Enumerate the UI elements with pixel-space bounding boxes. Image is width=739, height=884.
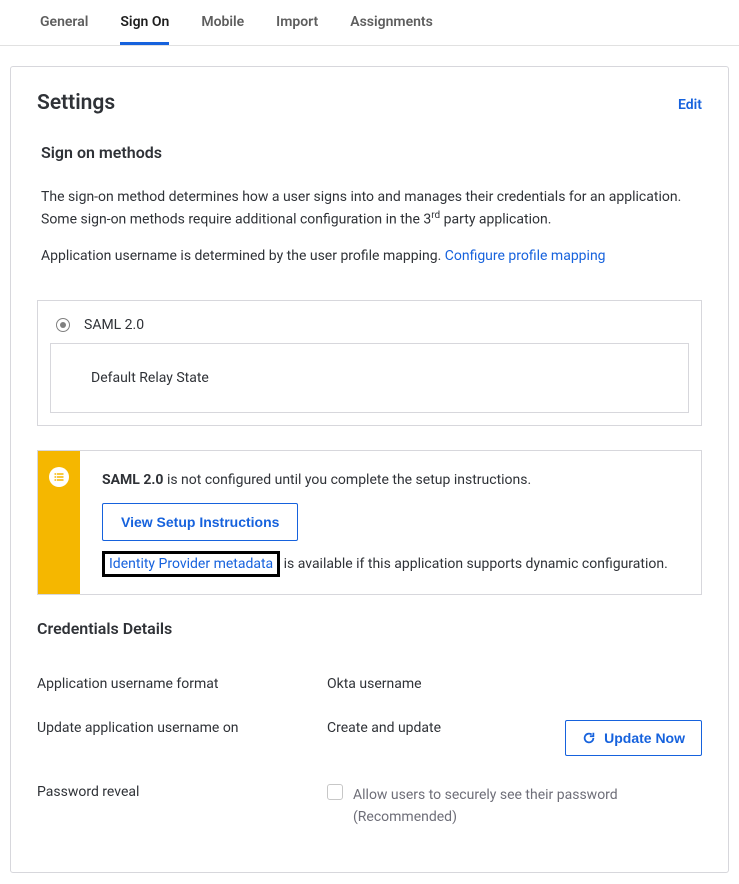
configure-profile-mapping-link[interactable]: Configure profile mapping — [445, 248, 606, 264]
saml-method-box: SAML 2.0 Default Relay State — [37, 300, 702, 426]
update-username-row: Update application username on Create an… — [37, 706, 702, 770]
update-username-value: Create and update — [327, 720, 555, 736]
update-now-button[interactable]: Update Now — [565, 720, 702, 756]
view-setup-instructions-button[interactable]: View Setup Instructions — [102, 503, 298, 541]
tab-general[interactable]: General — [40, 0, 88, 45]
tab-assignments[interactable]: Assignments — [350, 0, 433, 45]
tab-bar: General Sign On Mobile Import Assignment… — [0, 0, 739, 46]
settings-title: Settings — [37, 91, 115, 115]
username-format-row: Application username format Okta usernam… — [37, 662, 702, 706]
username-format-label: Application username format — [37, 676, 317, 692]
alert-text-2: Identity Provider metadata is available … — [102, 553, 668, 575]
saml-radio-row[interactable]: SAML 2.0 — [38, 301, 701, 343]
alert-bar — [38, 451, 80, 594]
tab-mobile[interactable]: Mobile — [201, 0, 244, 45]
alert-text-1: SAML 2.0 is not configured until you com… — [102, 469, 668, 491]
default-relay-state-box: Default Relay State — [50, 343, 689, 413]
default-relay-state-label: Default Relay State — [91, 370, 209, 386]
password-reveal-checkbox[interactable] — [327, 784, 343, 800]
update-username-label: Update application username on — [37, 720, 317, 736]
sign-on-methods-title: Sign on methods — [41, 143, 698, 162]
settings-card: Settings Edit Sign on methods The sign-o… — [10, 66, 729, 873]
radio-icon — [56, 318, 70, 332]
refresh-icon — [582, 731, 596, 745]
methods-description-1: The sign-on method determines how a user… — [41, 186, 698, 231]
credentials-details-title: Credentials Details — [37, 619, 702, 638]
methods-description-2: Application username is determined by th… — [41, 245, 698, 267]
saml-alert: SAML 2.0 is not configured until you com… — [37, 450, 702, 595]
identity-provider-metadata-link[interactable]: Identity Provider metadata — [109, 556, 273, 572]
password-reveal-checkbox-label: Allow users to securely see their passwo… — [353, 784, 702, 829]
saml-radio-label: SAML 2.0 — [84, 317, 144, 333]
list-icon — [49, 467, 69, 487]
tab-sign-on[interactable]: Sign On — [120, 0, 169, 45]
edit-link[interactable]: Edit — [678, 97, 702, 113]
password-reveal-row: Password reveal Allow users to securely … — [37, 770, 702, 843]
password-reveal-label: Password reveal — [37, 784, 317, 800]
username-format-value: Okta username — [327, 676, 692, 692]
tab-import[interactable]: Import — [276, 0, 318, 45]
credentials-details-section: Credentials Details Application username… — [11, 595, 728, 873]
